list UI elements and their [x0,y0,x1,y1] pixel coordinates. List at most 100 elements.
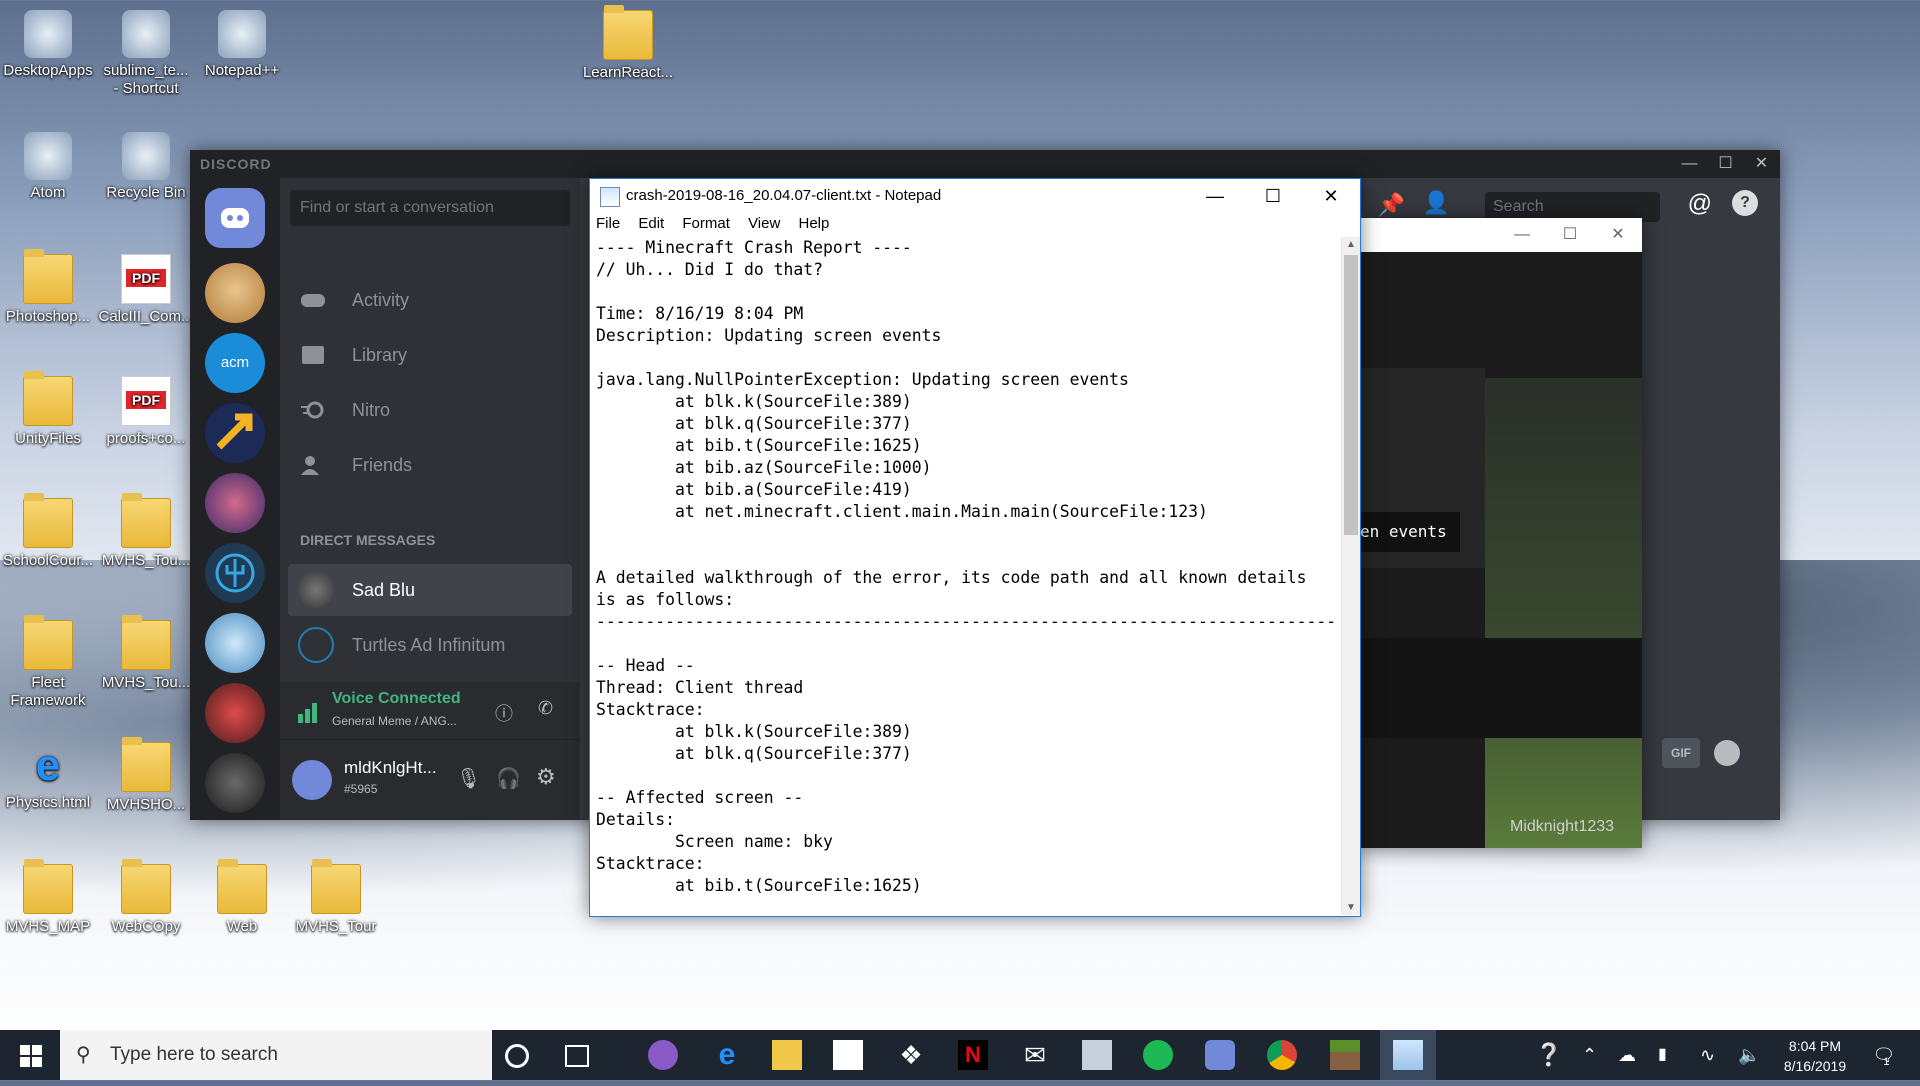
notepad-taskbar-item[interactable] [1380,1030,1436,1080]
dm-item-sad-blu[interactable]: Sad Blu [288,564,572,616]
user-avatar[interactable] [292,760,332,800]
mail-icon[interactable]: ✉ [1020,1040,1050,1070]
desktop-icon[interactable]: PDF CalcIII_Com... [98,254,194,326]
pin-icon[interactable]: 📌 [1378,192,1405,218]
desktop-icon[interactable]: Atom [0,132,96,202]
volume-icon[interactable]: 🔈 [1738,1030,1760,1080]
close-button[interactable]: ✕ [1302,179,1360,213]
app-icon [122,132,170,180]
home-button[interactable] [205,188,265,248]
server-yellow-arrows[interactable] [205,403,265,463]
menu-format[interactable]: Format [682,215,730,232]
desktop-icon[interactable]: SchoolCour... [0,493,96,570]
desktop-icon[interactable]: MVHSHO... [98,737,194,814]
nav-activity[interactable]: Activity [300,280,409,320]
clock[interactable]: 8:04 PM 8/16/2019 [1770,1036,1860,1086]
settings-gear-icon[interactable]: ⚙ [536,764,556,790]
desktop-icon[interactable]: Notepad++ [194,10,290,80]
menu-view[interactable]: View [748,215,780,232]
nav-nitro[interactable]: Nitro [300,390,390,430]
help-tray-icon[interactable]: ❔ [1535,1030,1562,1080]
menu-file[interactable]: File [596,215,620,232]
task-view-icon[interactable] [565,1045,589,1067]
scroll-down-icon[interactable]: ▼ [1346,902,1356,913]
desktop-icon[interactable]: UnityFiles [0,371,96,448]
server-trident[interactable] [205,543,265,603]
desktop-icon[interactable]: Web [194,859,290,936]
pdf-file-icon: PDF [121,254,171,304]
desktop-icon[interactable]: MVHS_MAP [0,859,96,936]
desktop-icon[interactable]: sublime_te... - Shortcut [98,10,194,98]
vertical-scrollbar[interactable]: ▲ ▼ [1341,237,1360,915]
desktop-icon[interactable]: Fleet Framework [0,615,96,710]
desktop-icon[interactable]: PDF proofs+co... [98,376,194,448]
add-friend-icon[interactable]: 👤 [1423,190,1450,216]
emoji-icon[interactable] [1714,740,1740,766]
library-icon [302,346,324,364]
photos-icon[interactable] [1082,1040,1112,1070]
desktop-icon[interactable]: LearnReact... [580,5,676,82]
minecraft-window[interactable]: — ☐ ✕ en events Midknight1233 [1360,218,1642,848]
close-button[interactable]: ✕ [1744,150,1780,178]
disconnect-icon[interactable]: ✆ [538,698,553,719]
menu-help[interactable]: Help [798,215,829,232]
gif-button[interactable]: GIF [1662,738,1700,768]
notepad-window[interactable]: crash-2019-08-16_20.04.07-client.txt - N… [589,178,1361,917]
onedrive-icon[interactable]: ☁ [1618,1030,1636,1080]
server-galaxy[interactable] [205,473,265,533]
store-icon[interactable] [833,1040,863,1070]
dropbox-icon[interactable]: ❖ [896,1040,926,1070]
nav-library[interactable]: Library [300,335,407,375]
desktop-icon[interactable]: e Physics.html [0,742,96,812]
wifi-icon[interactable]: ∿ [1700,1030,1715,1080]
headphones-icon[interactable]: 🎧 [496,766,521,791]
desktop-icon[interactable]: MVHS_Tour [288,859,384,936]
desktop-icon[interactable]: Photoshop... [0,249,96,326]
desktop-icon[interactable]: MVHS_Tou... [98,493,194,570]
taskbar-search-input[interactable]: Type here to search [60,1030,492,1080]
nav-friends[interactable]: Friends [300,445,412,485]
server-red[interactable] [205,683,265,743]
find-conversation-input[interactable]: Find or start a conversation [290,190,570,226]
spotify-icon[interactable] [1143,1040,1173,1070]
desktop-icon[interactable]: Recycle Bin [98,132,194,202]
help-icon[interactable]: ? [1732,190,1758,216]
server-doge[interactable] [205,263,265,323]
server-shark[interactable] [205,613,265,673]
scrollbar-thumb[interactable] [1344,255,1358,535]
minimize-button[interactable]: — [1498,218,1546,252]
minimize-button[interactable]: — [1672,150,1708,178]
server-dark[interactable] [205,753,265,813]
info-icon[interactable]: ⓘ [495,700,513,726]
netflix-icon[interactable]: N [958,1040,988,1070]
minecraft-icon[interactable] [1330,1040,1360,1070]
desktop-icon[interactable]: WebCOpy [98,859,194,936]
maximize-button[interactable]: ☐ [1546,218,1594,252]
chrome-icon[interactable] [1267,1040,1297,1070]
windows-start-icon[interactable] [20,1045,42,1067]
desktop-icon-label: LearnReact... [582,64,674,81]
desktop-icon[interactable]: MVHS_Tou... [98,615,194,692]
notifications-icon[interactable]: 🗨1 [1872,1030,1902,1080]
scroll-up-icon[interactable]: ▲ [1346,239,1356,250]
notepad-menubar: File Edit Format View Help [590,213,1360,235]
desktop-icon[interactable]: DesktopApps [0,10,96,80]
microphone-icon[interactable]: 🎙 [456,766,481,791]
discord-taskbar-icon[interactable] [1205,1040,1235,1070]
battery-icon[interactable]: ▮ [1658,1030,1667,1080]
minimize-button[interactable]: — [1186,179,1244,213]
cortana-icon[interactable] [505,1044,529,1068]
mention-icon[interactable]: @ [1688,190,1712,218]
voice-status[interactable]: Voice Connected [332,690,461,708]
maximize-button[interactable]: ☐ [1708,150,1744,178]
notepad-text-area[interactable]: ---- Minecraft Crash Report ---- // Uh..… [596,237,1336,905]
close-button[interactable]: ✕ [1594,218,1642,252]
maximize-button[interactable]: ☐ [1244,179,1302,213]
dm-item-turtles[interactable]: Turtles Ad Infinitum [288,619,572,671]
edge-icon[interactable]: e [712,1040,742,1070]
menu-edit[interactable]: Edit [638,215,664,232]
server-acm[interactable]: acm [205,333,265,393]
file-explorer-icon[interactable] [772,1040,802,1070]
github-icon[interactable] [648,1040,678,1070]
chevron-up-icon[interactable]: ⌃ [1582,1030,1597,1080]
